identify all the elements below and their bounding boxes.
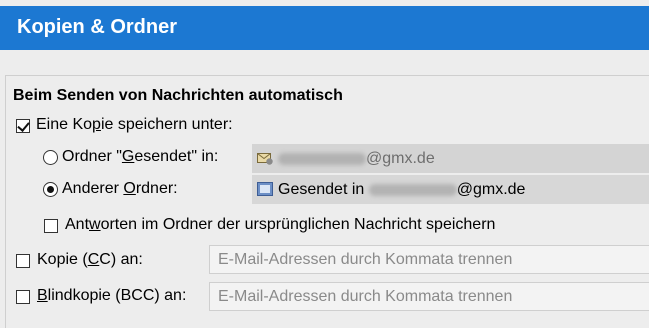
cc-checkbox[interactable] — [16, 254, 30, 268]
redacted-account — [278, 152, 366, 165]
sent-account-picker[interactable]: @gmx.de — [252, 144, 649, 173]
sent-folder-label: Ordner "Gesendet" in: — [62, 148, 219, 165]
folder-icon — [257, 182, 273, 196]
bcc-checkbox[interactable] — [16, 290, 30, 304]
sent-folder-radio[interactable] — [43, 150, 58, 165]
header-bar: Kopien & Ordner — [0, 6, 649, 50]
cc-address-input[interactable] — [209, 245, 649, 274]
section-title: Beim Senden von Nachrichten automatisch — [13, 87, 343, 104]
other-folder-picker[interactable]: Gesendet in @gmx.de — [252, 175, 649, 204]
preferences-panel: Kopien & Ordner Beim Senden von Nachrich… — [0, 0, 649, 328]
page-title: Kopien & Ordner — [17, 16, 178, 38]
other-folder-label: Anderer Ordner: — [62, 180, 178, 197]
bcc-address-input[interactable] — [209, 282, 649, 311]
replies-checkbox[interactable] — [44, 219, 58, 233]
account-icon — [257, 153, 273, 165]
redacted-account — [368, 183, 457, 196]
other-folder-radio[interactable] — [43, 182, 58, 197]
replies-label: Antworten im Ordner der ursprünglichen N… — [65, 216, 496, 233]
save-copy-checkbox[interactable] — [16, 119, 30, 133]
cc-label: Kopie (CC) an: — [37, 251, 143, 268]
save-copy-label: Eine Kopie speichern unter: — [36, 116, 233, 133]
bcc-label: Blindkopie (BCC) an: — [37, 287, 187, 304]
